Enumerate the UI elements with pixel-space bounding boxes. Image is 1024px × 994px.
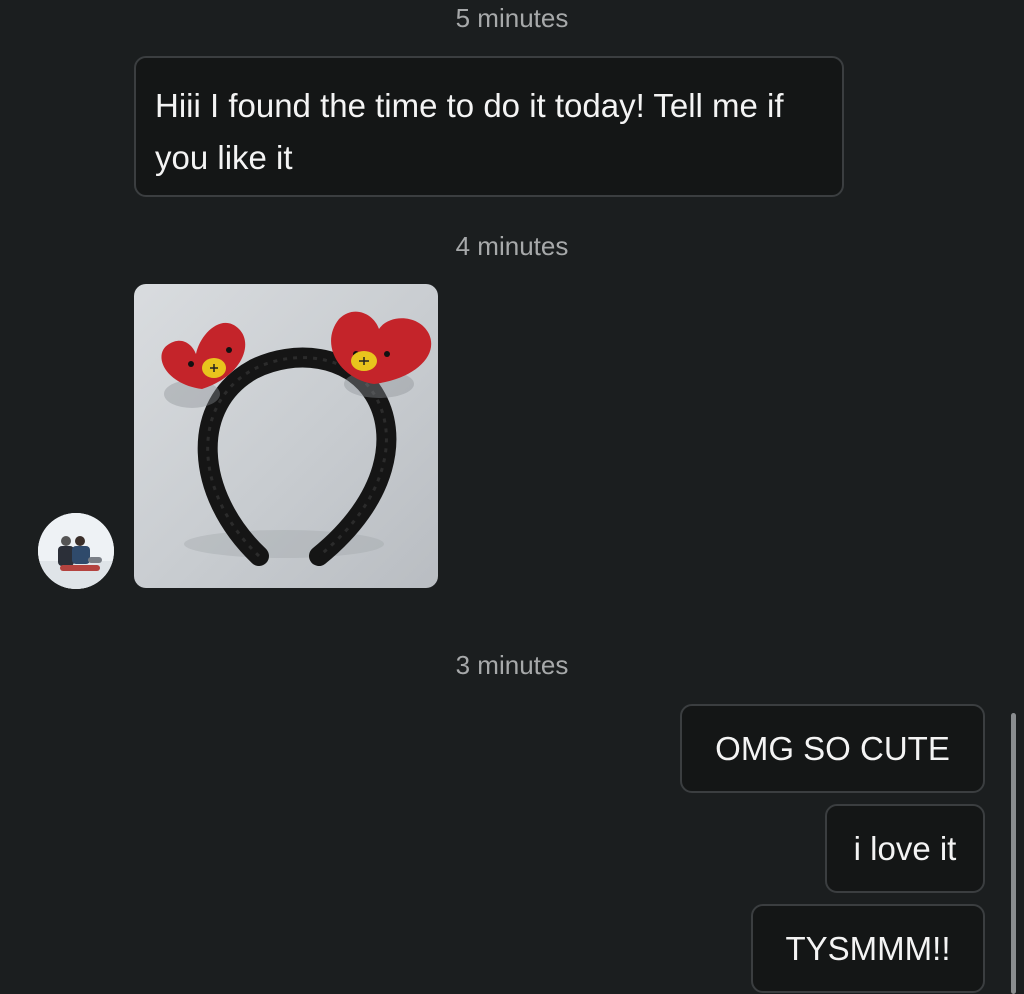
outgoing-message-3: TYSMMM!! [751,904,985,993]
outgoing-message-2: i love it [825,804,985,893]
avatar[interactable] [38,513,114,589]
outgoing-message-1: OMG SO CUTE [680,704,985,793]
incoming-message-text: Hiii I found the time to do it today! Te… [155,87,784,176]
outgoing-message-text: TYSMMM!! [785,929,951,967]
timestamp-4-minutes: 4 minutes [455,231,569,261]
timestamp-5-minutes: 5 minutes [455,3,569,33]
photo-attachment[interactable] [134,284,438,588]
scrollbar[interactable] [1011,713,1016,994]
timestamp-3-minutes: 3 minutes [455,650,569,680]
outgoing-message-text: i love it [853,829,957,867]
right-heart [331,311,432,398]
outgoing-message-text: OMG SO CUTE [715,729,950,767]
avatar-image [38,513,114,589]
incoming-message-bubble: Hiii I found the time to do it today! Te… [134,56,844,197]
headband-photo [161,311,432,566]
